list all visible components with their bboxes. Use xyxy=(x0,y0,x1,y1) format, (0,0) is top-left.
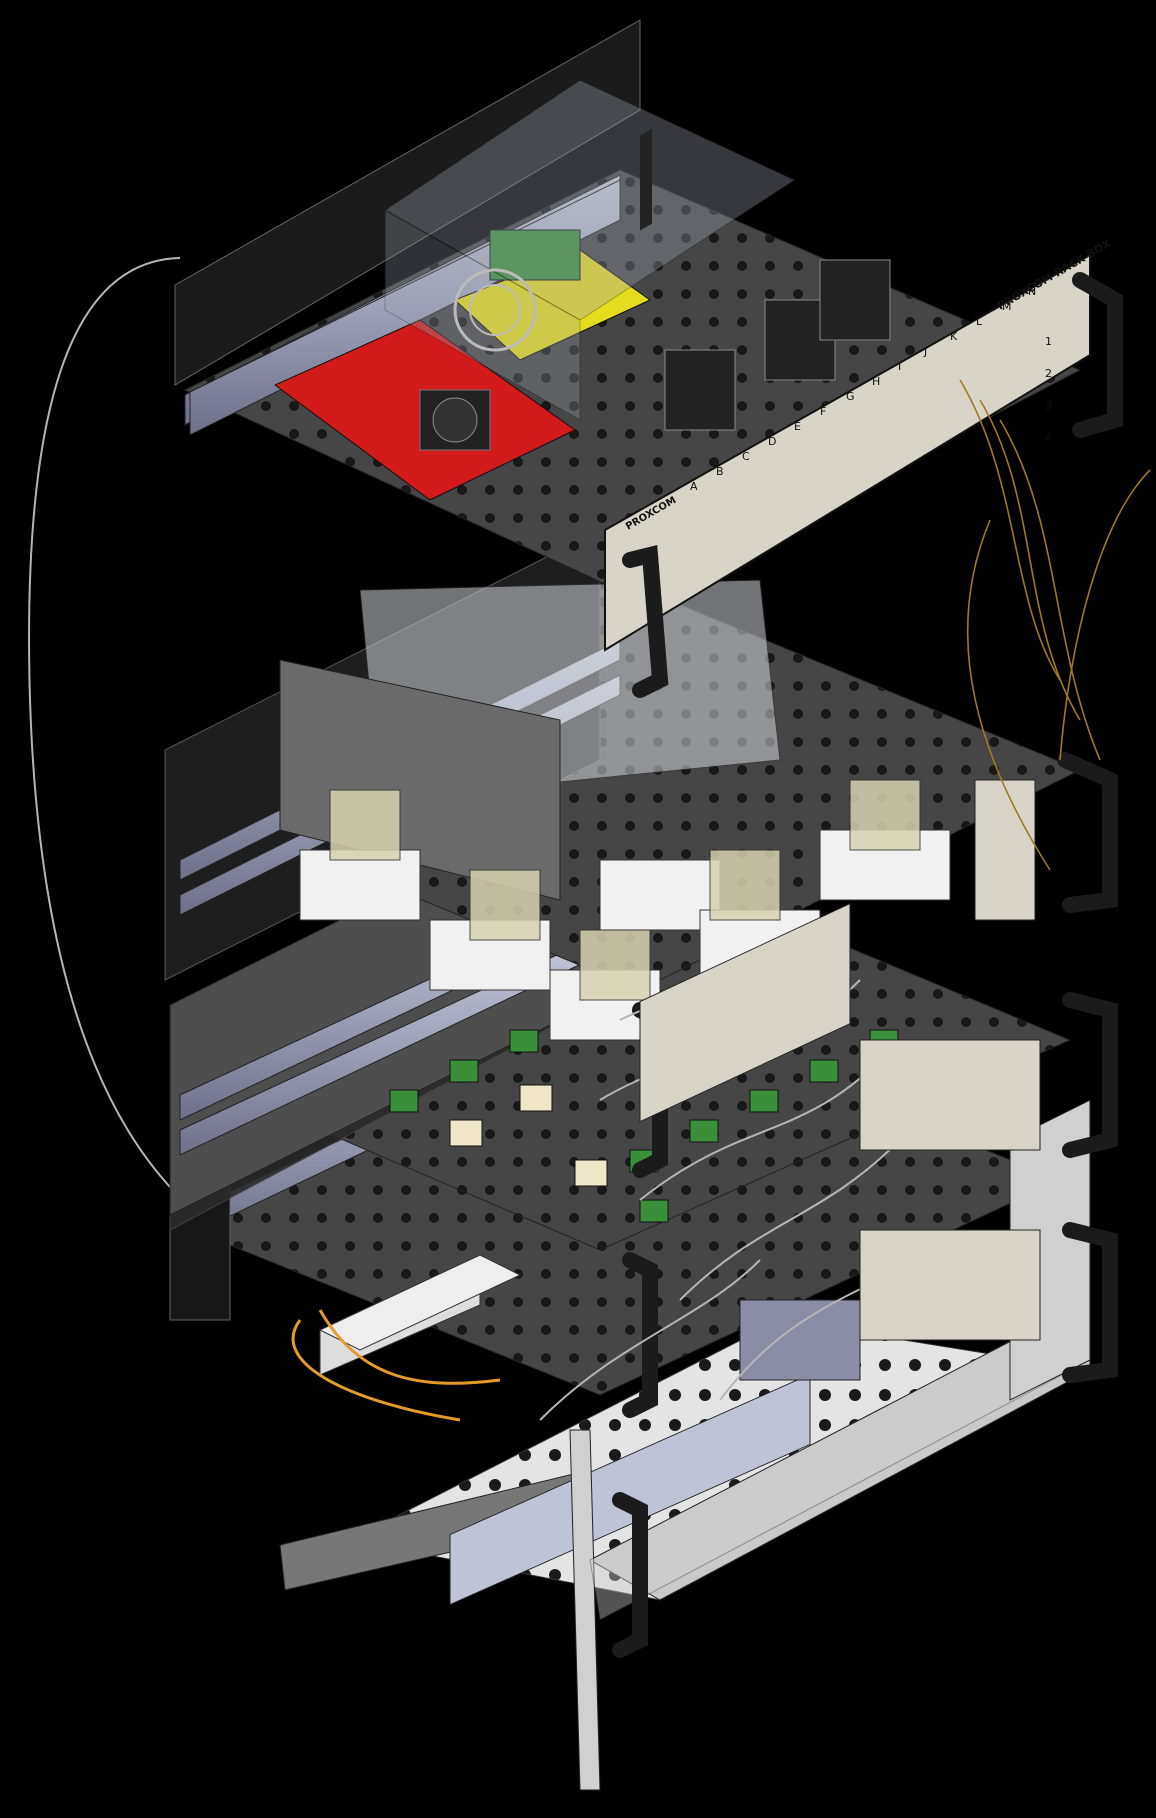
row-number-4: 4 xyxy=(1045,431,1052,444)
top-shelf xyxy=(174,19,1082,601)
fan-box xyxy=(739,1299,861,1381)
column-letter-m: M xyxy=(1002,300,1012,313)
connector-panel xyxy=(974,779,1036,921)
column-letter-f: F xyxy=(820,405,826,418)
column-letter-i: I xyxy=(898,360,901,373)
column-letter-d: D xyxy=(768,435,776,448)
fan-icon xyxy=(432,397,478,443)
column-letter-a: A xyxy=(690,480,698,493)
column-letter-c: C xyxy=(742,450,750,463)
column-letter-b: B xyxy=(716,465,724,478)
column-letter-h: H xyxy=(872,375,880,388)
bottom-tray xyxy=(279,1299,1092,1791)
column-letter-g: G xyxy=(846,390,855,403)
column-letter-j: J xyxy=(923,345,927,358)
column-letter-k: K xyxy=(950,330,958,343)
rack-assembly-diagram: PROXCOM RACK BOX PROXCOM ABCDEFGHIJKLMN … xyxy=(28,19,1151,1791)
column-letter-e: E xyxy=(794,420,801,433)
row-number-2: 2 xyxy=(1045,367,1052,380)
row-number-1: 1 xyxy=(1045,335,1052,348)
column-letter-l: L xyxy=(976,315,983,328)
row-number-3: 3 xyxy=(1045,399,1052,412)
slot-array xyxy=(640,128,652,231)
column-letter-n: N xyxy=(1028,285,1036,298)
